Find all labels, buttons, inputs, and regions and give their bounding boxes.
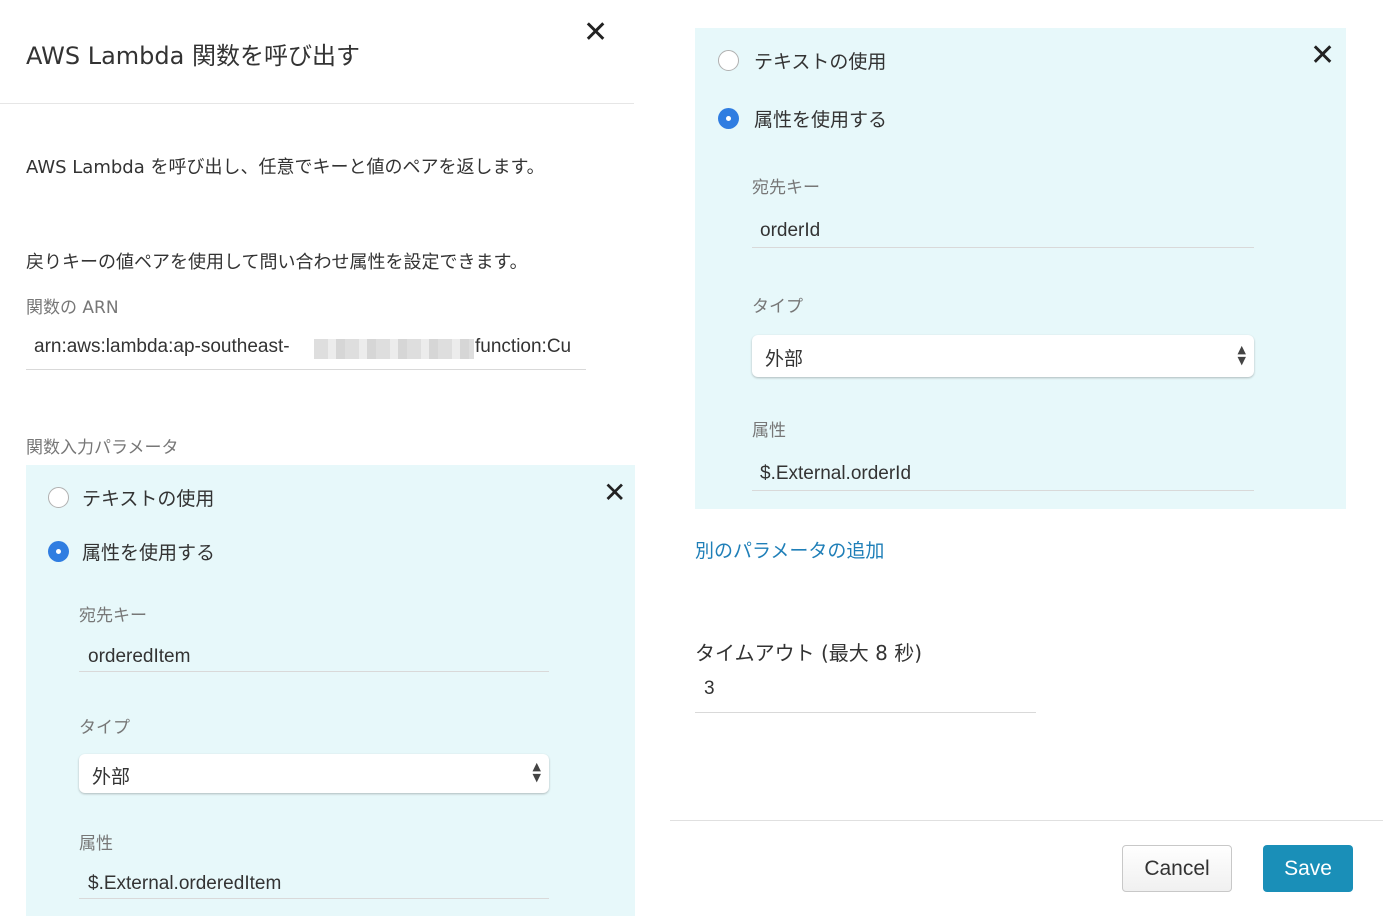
type-select-value: 外部 (765, 348, 804, 370)
return-info-text: 戻りキーの値ペアを使用して問い合わせ属性を設定できます。 (26, 252, 528, 273)
footer-divider (670, 820, 1383, 821)
timeout-label: タイムアウト (最大 8 秒) (695, 641, 923, 665)
radio-use-text-label[interactable]: テキストの使用 (754, 47, 886, 74)
dest-key-input[interactable]: orderedItem (88, 646, 190, 668)
radio-use-text[interactable] (48, 487, 69, 508)
type-select[interactable]: 外部 ▲ ▼ (752, 335, 1254, 377)
arn-suffix: function:Cu (475, 336, 572, 357)
remove-parameter-icon[interactable]: ✕ (603, 479, 626, 507)
attribute-label: 属性 (79, 834, 113, 854)
header-divider (0, 103, 634, 104)
radio-use-text[interactable] (718, 50, 739, 71)
params-label: 関数入力パラメータ (26, 438, 179, 458)
type-label: タイプ (752, 297, 803, 317)
dest-key-underline (79, 671, 549, 672)
radio-use-attribute-label[interactable]: 属性を使用する (754, 105, 887, 132)
attribute-underline (752, 490, 1254, 491)
dialog-description: AWS Lambda を呼び出し、任意でキーと値のペアを返します。 (26, 157, 545, 178)
radio-use-text-label[interactable]: テキストの使用 (82, 484, 214, 511)
radio-use-attribute-label[interactable]: 属性を使用する (82, 538, 215, 565)
chevron-up-down-icon: ▲ ▼ (1237, 343, 1246, 367)
dest-key-label: 宛先キー (752, 178, 820, 198)
attribute-input[interactable]: $.External.orderedItem (88, 873, 281, 895)
arn-label: 関数の ARN (26, 298, 119, 318)
dialog-title: AWS Lambda 関数を呼び出す (26, 42, 360, 70)
close-icon[interactable]: ✕ (583, 18, 608, 48)
arn-redacted (314, 339, 474, 359)
parameter-card: ✕ テキストの使用 属性を使用する 宛先キー orderId タイプ 外部 ▲ ▼… (695, 28, 1346, 509)
add-parameter-link[interactable]: 別のパラメータの追加 (695, 536, 884, 563)
type-select-value: 外部 (92, 766, 131, 788)
timeout-underline (695, 712, 1036, 713)
dest-key-label: 宛先キー (79, 606, 147, 626)
remove-parameter-icon[interactable]: ✕ (1310, 41, 1335, 71)
save-button[interactable]: Save (1263, 845, 1353, 892)
type-label: タイプ (79, 718, 130, 738)
dest-key-input[interactable]: orderId (760, 220, 820, 242)
arn-prefix: arn:aws:lambda:ap-southeast- (34, 336, 290, 357)
radio-use-attribute[interactable] (48, 541, 69, 562)
timeout-input[interactable]: 3 (704, 678, 715, 700)
parameter-card: ✕ テキストの使用 属性を使用する 宛先キー orderedItem タイプ 外… (26, 465, 635, 916)
dest-key-underline (752, 247, 1254, 248)
radio-use-attribute[interactable] (718, 108, 739, 129)
chevron-up-down-icon: ▲ ▼ (532, 760, 541, 784)
type-select[interactable]: 外部 ▲ ▼ (79, 754, 549, 793)
arn-underline (26, 369, 586, 370)
cancel-button[interactable]: Cancel (1122, 845, 1232, 892)
attribute-label: 属性 (752, 421, 786, 441)
attribute-input[interactable]: $.External.orderId (760, 463, 911, 485)
arn-input[interactable]: arn:aws:lambda:ap-southeast- function:Cu (26, 334, 586, 368)
attribute-underline (79, 898, 549, 899)
